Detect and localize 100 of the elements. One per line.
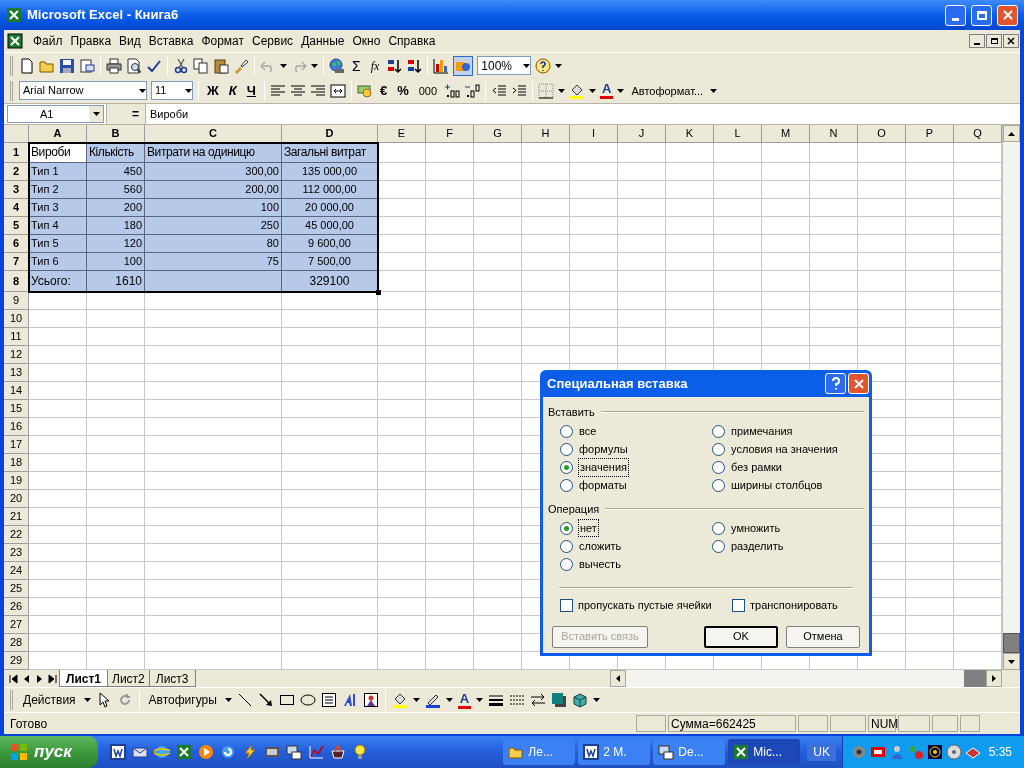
print-icon[interactable] [106,57,122,74]
column-header[interactable]: Q [954,125,1002,143]
radio-button[interactable] [560,443,573,456]
option-label[interactable]: сложить [579,537,622,555]
option-label[interactable]: умножить [731,519,781,537]
column-header[interactable]: G [474,125,522,143]
row-header[interactable]: 2 [4,163,29,181]
radio-button[interactable] [712,479,725,492]
row-header[interactable]: 14 [4,382,29,400]
dash-style-icon[interactable] [509,692,526,708]
column-header[interactable]: K [666,125,714,143]
table-cell[interactable]: 9 600,00 [282,235,378,253]
lightning-icon[interactable] [242,744,258,760]
underline-button[interactable]: Ч [243,81,259,100]
thousands-button[interactable]: 000 [415,81,441,100]
option-label[interactable]: все [579,423,597,440]
column-header[interactable]: M [762,125,810,143]
print-preview-icon[interactable] [126,57,142,74]
person-icon[interactable] [889,744,905,760]
table-cell[interactable]: Тип 5 [29,235,87,253]
restore-button[interactable] [986,34,1002,48]
text-box-icon[interactable] [320,692,337,708]
caret-icon[interactable] [710,88,718,93]
column-header[interactable]: D [282,125,378,143]
dialog-button[interactable]: OK [704,625,778,648]
option-label[interactable]: ширины столбцов [731,477,823,494]
menu-item[interactable]: Сервис [248,32,298,50]
line-icon[interactable] [236,692,253,708]
column-header[interactable]: L [714,125,762,143]
row-header[interactable]: 17 [4,436,29,454]
line-style-icon[interactable] [488,692,505,708]
column-header[interactable]: O [858,125,906,143]
table-cell[interactable]: 200 [87,199,145,217]
chip-icon[interactable] [870,744,886,760]
radio-button[interactable] [712,539,725,553]
table-cell[interactable]: 45 000,00 [282,217,378,235]
option-label[interactable]: значения [579,459,629,476]
option-label[interactable]: разделить [731,537,784,555]
oval-icon[interactable] [299,692,316,708]
menu-item[interactable]: Файл [29,32,67,50]
taskbar-button[interactable]: De... [653,739,726,765]
option-label[interactable]: формулы [579,441,628,458]
taskbar-button[interactable]: Mic... [728,739,801,765]
row-header[interactable]: 27 [4,616,29,634]
checkbox[interactable] [732,598,745,612]
formula-field[interactable]: Вироби [146,104,1020,124]
table-cell[interactable]: 200,00 [145,181,282,199]
sheet-tab[interactable]: Лист3 [148,670,196,687]
refresh-icon[interactable] [220,744,236,760]
sheet-tab[interactable]: Лист1 [59,670,109,687]
row-header[interactable]: 11 [4,328,29,346]
borders-icon[interactable] [538,82,555,99]
scissors-icon[interactable] [173,57,189,74]
table-cell[interactable]: 7 500,00 [282,253,378,271]
checkbox-label[interactable]: транспонировать [750,597,838,614]
column-header[interactable]: C [145,125,282,143]
tab-first-icon[interactable] [8,672,19,685]
vertical-scrollbar[interactable] [1002,125,1020,670]
checkbox-label[interactable]: пропускать пустые ячейки [578,597,712,614]
help-icon[interactable] [535,57,552,74]
table-cell[interactable]: 250 [145,217,282,235]
language-indicator[interactable]: UK [807,743,836,761]
table-cell[interactable]: 450 [87,163,145,181]
italic-button[interactable]: К [225,81,240,100]
computer-icon[interactable] [286,744,302,760]
font-color-button[interactable]: A [600,82,614,99]
table-cell[interactable]: Тип 4 [29,217,87,235]
row-header[interactable]: 18 [4,454,29,472]
merge-cells-icon[interactable] [329,82,346,99]
globe-icon[interactable] [154,744,170,760]
table-cell[interactable]: Кількість [87,143,145,163]
table-cell[interactable]: 180 [87,217,145,235]
radio-button[interactable] [712,461,725,474]
caret-icon[interactable] [83,698,91,702]
autoshapes-button[interactable]: Автофигуры [145,691,220,709]
row-header[interactable]: 7 [4,253,29,271]
money-icon[interactable] [356,82,373,99]
pen-icon[interactable] [424,692,441,708]
close-button[interactable] [1003,34,1019,48]
scroll-thumb[interactable] [964,670,986,687]
table-cell[interactable]: 300,00 [145,163,282,181]
table-cell[interactable]: 112 000,00 [282,181,378,199]
minimize-button[interactable] [969,34,985,48]
shadow-icon[interactable] [551,692,568,708]
wordart-icon[interactable] [341,692,358,708]
row-header[interactable]: 21 [4,508,29,526]
sort-descending-icon[interactable] [406,57,423,74]
table-cell[interactable] [145,271,282,292]
menu-item[interactable]: Справка [384,32,440,50]
paint-bucket-icon[interactable] [569,82,586,99]
decrease-decimal-icon[interactable] [464,82,481,99]
horizontal-scrollbar[interactable] [610,670,1002,687]
chart-icon[interactable] [308,744,324,760]
menu-item[interactable]: Вид [115,32,145,50]
zoom-dropdown[interactable]: 100% [477,56,532,75]
checkbox[interactable] [560,598,573,612]
option-label[interactable]: без рамки [731,459,782,476]
euro-button[interactable]: € [376,81,391,100]
menu-item[interactable]: Данные [297,32,349,50]
brush-icon[interactable] [233,57,249,74]
